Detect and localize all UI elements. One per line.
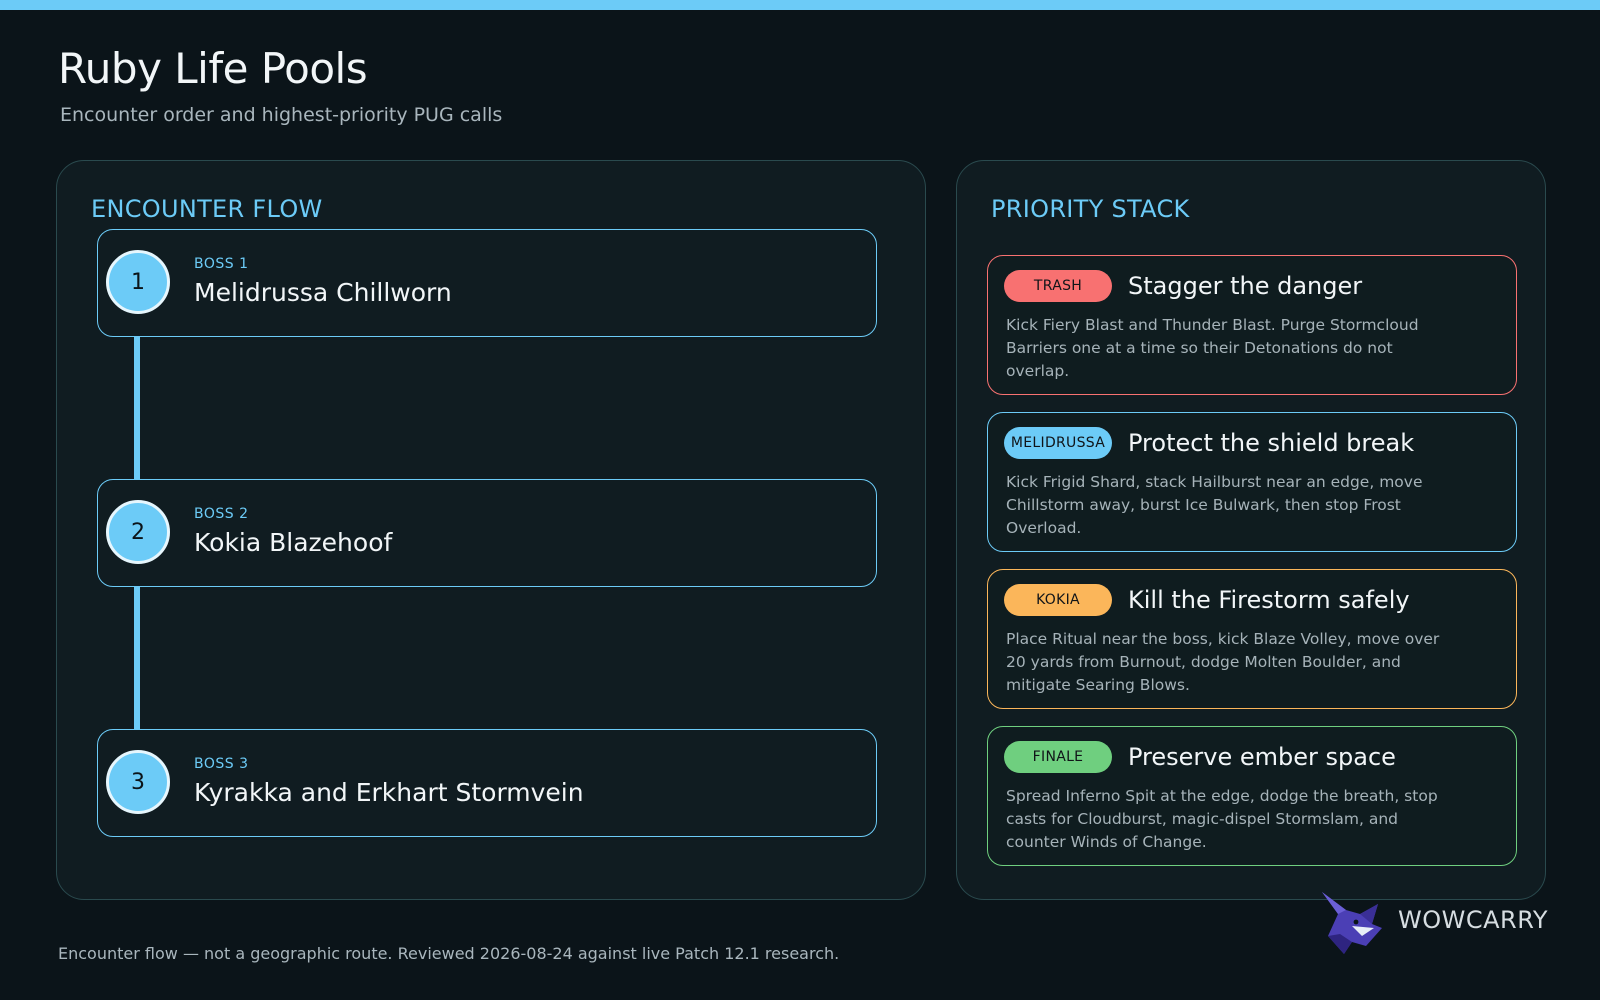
priority-description: Kick Fiery Blast and Thunder Blast. Purg… [1006, 316, 1419, 380]
priority-card-trash[interactable]: TRASH Stagger the danger Kick Fiery Blas… [987, 255, 1517, 395]
flow-connector [134, 587, 140, 729]
top-accent-bar [0, 0, 1600, 10]
priority-title: Preserve ember space [1128, 743, 1396, 771]
priority-card-finale[interactable]: FINALE Preserve ember space Spread Infer… [987, 726, 1517, 866]
boss-name: Kyrakka and Erkhart Stormvein [194, 778, 584, 807]
boss-tag: BOSS 2 [194, 506, 249, 522]
priority-card-melidrussa[interactable]: MELIDRUSSA Protect the shield break Kick… [987, 412, 1517, 552]
page-subtitle: Encounter order and highest-priority PUG… [60, 104, 503, 126]
boss-tag: BOSS 3 [194, 756, 249, 772]
priority-badge: FINALE [1004, 741, 1112, 773]
boss-card-3[interactable]: 3 BOSS 3 Kyrakka and Erkhart Stormvein [97, 729, 877, 837]
priority-stack-panel: PRIORITY STACK TRASH Stagger the danger … [956, 160, 1546, 900]
boss-card-1[interactable]: 1 BOSS 1 Melidrussa Chillworn [97, 229, 877, 337]
page-title: Ruby Life Pools [58, 44, 368, 93]
boss-tag: BOSS 1 [194, 256, 249, 272]
priority-badge: MELIDRUSSA [1004, 427, 1112, 459]
priority-description: Spread Inferno Spit at the edge, dodge t… [1006, 787, 1438, 851]
footer-note: Encounter flow — not a geographic route.… [58, 944, 840, 963]
priority-stack-heading: PRIORITY STACK [991, 195, 1190, 223]
priority-description: Kick Frigid Shard, stack Hailburst near … [1006, 473, 1423, 537]
boss-number-badge: 1 [106, 250, 170, 314]
flow-connector [134, 337, 140, 479]
priority-title: Kill the Firestorm safely [1128, 586, 1410, 614]
boss-name: Kokia Blazehoof [194, 528, 393, 557]
brand-name: WOWCARRY [1398, 906, 1549, 934]
encounter-flow-panel: ENCOUNTER FLOW 1 BOSS 1 Melidrussa Chill… [56, 160, 926, 900]
priority-badge: TRASH [1004, 270, 1112, 302]
priority-badge: KOKIA [1004, 584, 1112, 616]
priority-title: Protect the shield break [1128, 429, 1415, 457]
boss-number-badge: 2 [106, 500, 170, 564]
encounter-flow-heading: ENCOUNTER FLOW [91, 195, 323, 223]
boss-card-2[interactable]: 2 BOSS 2 Kokia Blazehoof [97, 479, 877, 587]
priority-description: Place Ritual near the boss, kick Blaze V… [1006, 630, 1440, 694]
priority-card-kokia[interactable]: KOKIA Kill the Firestorm safely Place Ri… [987, 569, 1517, 709]
boss-number-badge: 3 [106, 750, 170, 814]
boss-name: Melidrussa Chillworn [194, 278, 452, 307]
fox-logo-icon [1322, 892, 1382, 954]
priority-title: Stagger the danger [1128, 272, 1363, 300]
